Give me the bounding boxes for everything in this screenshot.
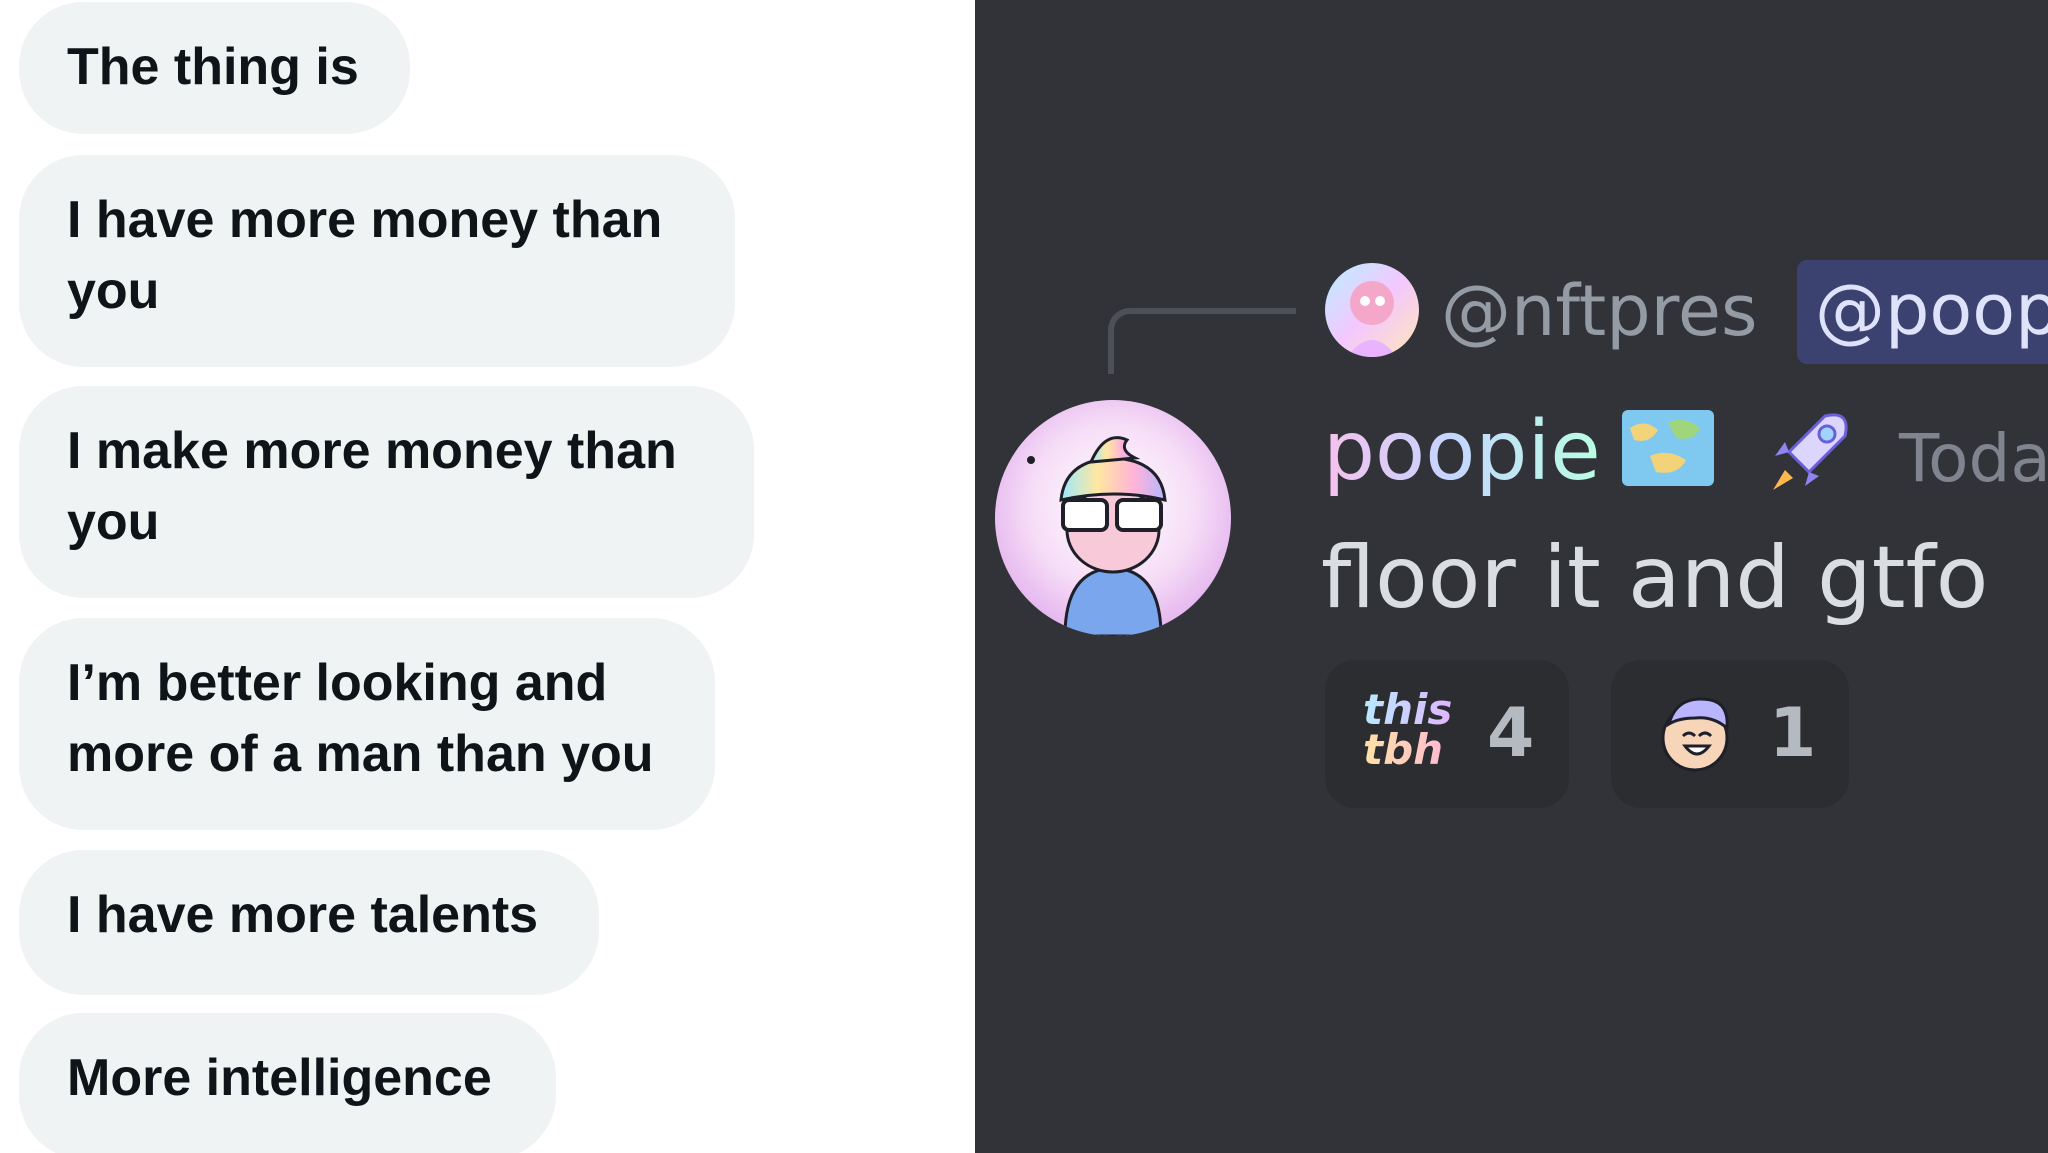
reaction-this-tbh[interactable]: this tbh 4 xyxy=(1325,660,1569,808)
message-text: you xyxy=(67,262,160,320)
emoji-text: this xyxy=(1363,685,1453,734)
message-text: The thing is xyxy=(67,38,359,96)
emoji-text: tbh xyxy=(1363,729,1452,771)
message-bubble[interactable]: I have more talents xyxy=(19,850,599,995)
reaction-laughing[interactable]: 1 xyxy=(1611,660,1849,808)
message-bubble[interactable]: The thing is xyxy=(19,2,410,134)
username[interactable]: poopie xyxy=(1323,402,1601,502)
message-content: floor it and gtfo xyxy=(1321,528,1989,628)
message-bubble[interactable]: I make more money than you xyxy=(19,386,754,598)
message-timestamp: Today xyxy=(1899,420,2048,497)
reply-author-avatar[interactable] xyxy=(1325,263,1419,357)
message-bubble[interactable]: More intelligence xyxy=(19,1013,556,1153)
this-tbh-emoji: this tbh xyxy=(1363,685,1453,771)
message-text: I make more money than xyxy=(67,422,677,480)
reply-connector-line xyxy=(1108,308,1296,374)
message-text: you xyxy=(67,493,160,551)
reaction-count: 1 xyxy=(1769,694,1817,773)
map-icon xyxy=(1620,408,1716,488)
discord-chat-panel: @nftpres @poop poopie Toda floor it and … xyxy=(975,0,2048,1153)
reply-author-name[interactable]: @nftpres xyxy=(1441,268,1757,354)
message-bubble[interactable]: I have more money than you xyxy=(19,155,735,367)
rocket-icon xyxy=(1765,406,1855,496)
message-text: I have more money than xyxy=(67,191,663,249)
reaction-count: 4 xyxy=(1487,694,1535,773)
mention-chip[interactable]: @poop xyxy=(1797,260,2048,364)
message-text: More intelligence xyxy=(67,1049,492,1107)
user-avatar[interactable] xyxy=(995,400,1231,636)
dm-thread-panel: The thing is I have more money than you … xyxy=(0,0,975,1153)
message-text: I have more talents xyxy=(67,886,539,944)
message-bubble[interactable]: I’m better looking and more of a man tha… xyxy=(19,618,715,830)
laughing-face-emoji xyxy=(1655,688,1745,778)
message-text: I’m better looking and xyxy=(67,654,608,712)
message-text: more of a man than you xyxy=(67,725,654,783)
